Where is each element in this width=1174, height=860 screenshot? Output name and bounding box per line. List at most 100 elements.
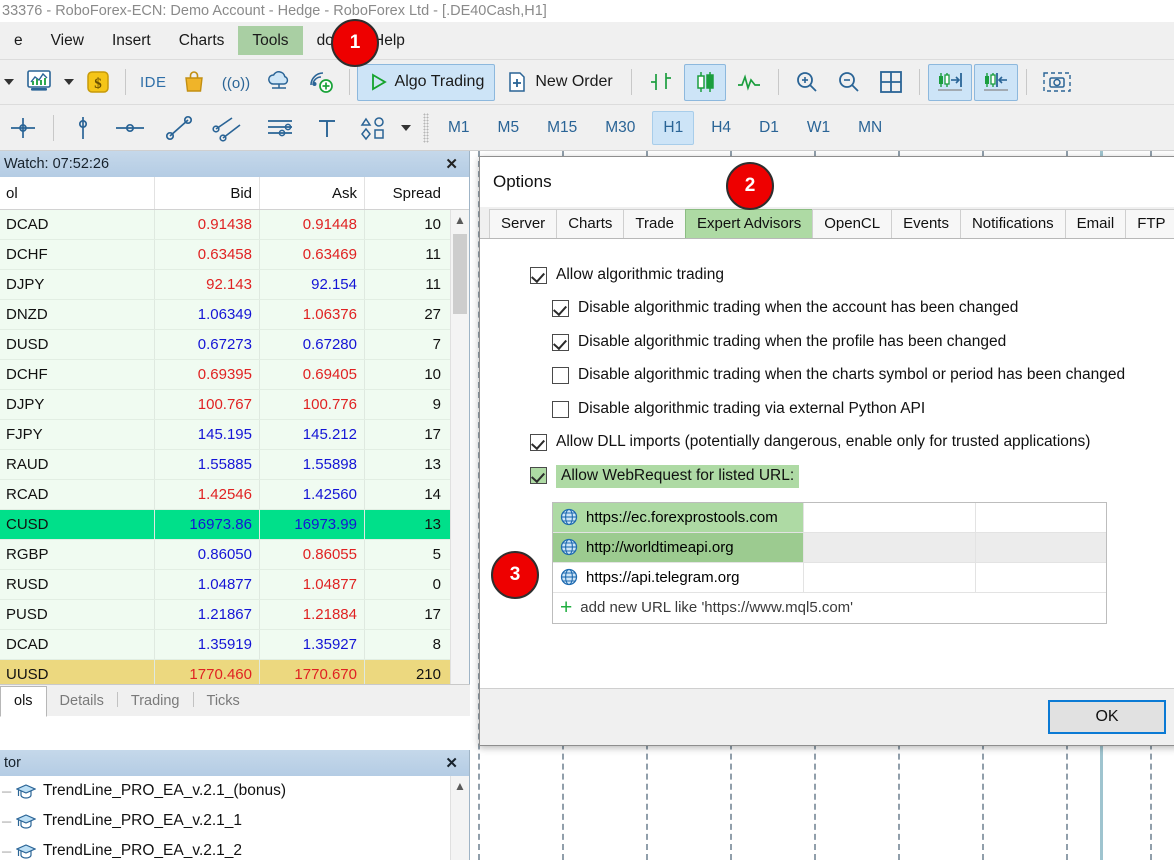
tab-notifications[interactable]: Notifications [959, 209, 1066, 238]
period-h1[interactable]: H1 [652, 110, 695, 145]
market-watch-row[interactable]: DNZD 1.06349 1.06376 27 [0, 300, 469, 330]
url-cell-3[interactable] [975, 562, 1106, 592]
market-watch-row[interactable]: RCAD 1.42546 1.42560 14 [0, 480, 469, 510]
algo-trading-button[interactable]: Algo Trading [356, 63, 496, 101]
horizontal-line-icon[interactable] [106, 109, 154, 146]
option-checkbox-row[interactable]: Disable algorithmic trading when the pro… [552, 332, 1174, 351]
tab-opencl[interactable]: OpenCL [812, 209, 893, 238]
close-icon[interactable]: ✕ [438, 155, 465, 173]
url-list-row[interactable]: https://api.telegram.org [553, 562, 1106, 593]
vertical-line-icon[interactable] [62, 109, 104, 146]
period-w1[interactable]: W1 [796, 111, 841, 145]
navigator-item[interactable]: ─ TrendLine_PRO_EA_v.2.1_2 [0, 836, 469, 860]
bar-chart-icon[interactable] [640, 64, 682, 101]
text-tool-icon[interactable] [306, 109, 348, 146]
trendline-icon[interactable] [156, 109, 202, 146]
scrollbar-thumb[interactable] [453, 234, 467, 314]
tab-events[interactable]: Events [891, 209, 961, 238]
webrequest-url-table[interactable]: https://ec.forexprostools.com http://worl… [552, 501, 1107, 624]
navigator-scrollbar[interactable]: ▲ [450, 776, 469, 860]
checkbox-icon[interactable] [552, 300, 569, 318]
market-watch-row[interactable]: RGBP 0.86050 0.86055 5 [0, 540, 469, 570]
zoom-out-icon[interactable] [829, 64, 869, 101]
column-header-spread[interactable]: Spread [365, 177, 450, 209]
scroll-up-arrow-icon[interactable]: ▲ [451, 210, 469, 229]
market-watch-scrollbar[interactable]: ▲▼ [450, 210, 469, 716]
period-mn[interactable]: MN [847, 111, 893, 145]
tab-email[interactable]: Email [1064, 209, 1127, 238]
navigator-item[interactable]: ─ TrendLine_PRO_EA_v.2.1_(bonus) [0, 776, 469, 806]
tab-details[interactable]: Details [47, 687, 117, 716]
tab-ftp[interactable]: FTP [1125, 209, 1174, 238]
dollar-icon[interactable]: $ [79, 64, 117, 101]
market-watch-row[interactable]: CUSD 16973.86 16973.99 13 [0, 510, 469, 540]
ide-button[interactable]: IDE [134, 64, 173, 101]
column-header-symbol[interactable]: ol [0, 177, 155, 209]
channel-icon[interactable] [204, 109, 254, 146]
url-cell[interactable]: https://ec.forexprostools.com [553, 502, 803, 532]
tab-ticks[interactable]: Ticks [194, 687, 253, 716]
fibonacci-icon[interactable] [256, 109, 304, 146]
url-cell-2[interactable] [803, 562, 975, 592]
shapes-icon[interactable] [350, 109, 396, 146]
market-watch-row[interactable]: RAUD 1.55885 1.55898 13 [0, 450, 469, 480]
chevron-down-icon-2[interactable] [64, 79, 74, 85]
period-m1[interactable]: M1 [437, 111, 481, 145]
tab-charts[interactable]: Charts [556, 209, 625, 238]
period-m5[interactable]: M5 [487, 111, 531, 145]
menu-item-file[interactable]: e [0, 26, 37, 56]
option-checkbox-row[interactable]: Disable algorithmic trading via external… [552, 399, 1174, 418]
market-watch-row[interactable]: DCHF 0.63458 0.63469 11 [0, 240, 469, 270]
market-watch-row[interactable]: RUSD 1.04877 1.04877 0 [0, 570, 469, 600]
option-checkbox-row[interactable]: Allow algorithmic trading [530, 265, 1174, 284]
url-list-row[interactable]: https://ec.forexprostools.com [553, 502, 1106, 533]
market-watch-row[interactable]: FJPY 145.195 145.212 17 [0, 420, 469, 450]
menu-item-insert[interactable]: Insert [98, 26, 165, 56]
tile-windows-icon[interactable] [871, 64, 911, 101]
add-signal-icon[interactable] [301, 64, 341, 101]
menu-item-view[interactable]: View [37, 26, 98, 56]
tab-trading[interactable]: Trading [118, 687, 193, 716]
checkbox-icon[interactable] [552, 400, 569, 418]
menu-item-tools[interactable]: Tools [238, 25, 303, 56]
tab-expert-advisors[interactable]: Expert Advisors [685, 209, 814, 238]
screenshot-icon[interactable] [1035, 64, 1079, 101]
checkbox-icon[interactable] [530, 267, 547, 284]
line-chart-icon[interactable] [728, 64, 770, 101]
url-cell-3[interactable] [975, 532, 1106, 562]
url-list-row[interactable]: http://worldtimeapi.org [553, 532, 1106, 563]
option-checkbox-row[interactable]: Allow WebRequest for listed URL: [530, 465, 1174, 488]
scroll-up-arrow-icon[interactable]: ▲ [451, 776, 469, 795]
scroll-end-icon[interactable] [927, 63, 972, 101]
tab-symbols[interactable]: ols [0, 686, 47, 717]
checkbox-icon[interactable] [530, 433, 547, 451]
market-watch-row[interactable]: PUSD 1.21867 1.21884 17 [0, 600, 469, 630]
signals-icon[interactable]: ((o)) [215, 64, 257, 101]
zoom-in-icon[interactable] [787, 64, 827, 101]
column-header-ask[interactable]: Ask [260, 177, 365, 209]
tab-server[interactable]: Server [489, 209, 558, 238]
market-watch-row[interactable]: DJPY 92.143 92.154 11 [0, 270, 469, 300]
url-cell-3[interactable] [975, 502, 1106, 532]
market-watch-row[interactable]: DJPY 100.767 100.776 9 [0, 390, 469, 420]
option-checkbox-row[interactable]: Allow DLL imports (potentially dangerous… [530, 432, 1174, 451]
checkbox-icon[interactable] [552, 333, 569, 351]
period-m30[interactable]: M30 [594, 111, 646, 145]
chevron-down-icon-3[interactable] [401, 124, 411, 131]
new-order-button[interactable]: New Order [495, 64, 623, 101]
column-header-bid[interactable]: Bid [155, 177, 260, 209]
market-bag-icon[interactable] [175, 64, 213, 101]
menu-item-charts[interactable]: Charts [165, 26, 239, 56]
market-watch-row[interactable]: DCHF 0.69395 0.69405 10 [0, 360, 469, 390]
chart-shift-icon[interactable] [973, 63, 1018, 101]
ok-button[interactable]: OK [1048, 700, 1166, 734]
chart-profile-icon[interactable] [19, 64, 59, 101]
market-watch-row[interactable]: DUSD 0.67273 0.67280 7 [0, 330, 469, 360]
close-icon-navigator[interactable]: ✕ [438, 754, 465, 772]
candlestick-chart-icon[interactable] [683, 63, 726, 101]
cloud-icon[interactable] [259, 64, 299, 101]
url-cell-2[interactable] [803, 532, 975, 562]
chevron-down-icon[interactable] [4, 79, 14, 85]
toolbar-grip[interactable] [423, 112, 429, 143]
period-d1[interactable]: D1 [748, 111, 790, 145]
